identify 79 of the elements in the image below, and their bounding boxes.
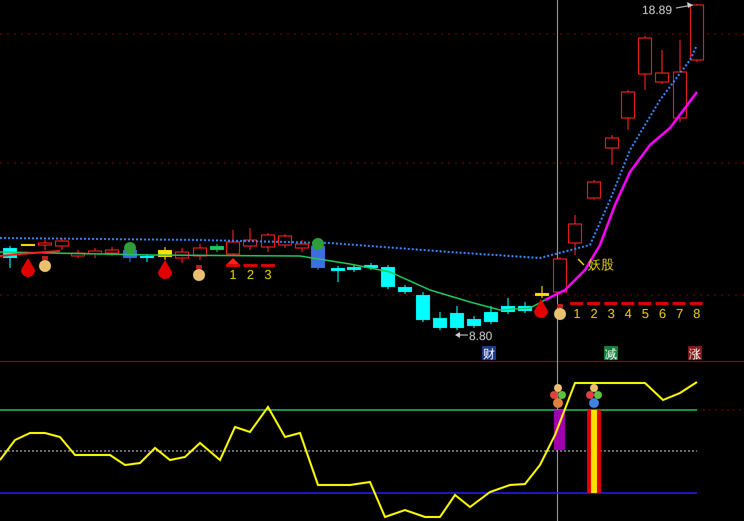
candlestick: [21, 244, 35, 246]
candlestick: [690, 4, 704, 62]
candlestick: [158, 246, 172, 260]
count-label: 3: [608, 306, 615, 321]
count-label: 3: [264, 267, 272, 282]
candlestick: [655, 50, 669, 84]
signal-bar: [261, 264, 275, 267]
candlestick: [605, 134, 619, 166]
count-label: 8: [693, 306, 700, 321]
candlestick: [416, 292, 430, 322]
candlestick: [331, 266, 345, 282]
candlestick: [38, 240, 52, 250]
signal-bar: [587, 302, 600, 305]
drop-icon: [534, 299, 548, 318]
signal-bar: [672, 302, 686, 305]
candlestick: [88, 248, 102, 258]
count-label: 1: [229, 267, 237, 282]
candlestick: [501, 298, 515, 314]
signal-bar: [226, 264, 240, 267]
signal-bar: [604, 302, 618, 305]
drop-icon: [21, 258, 35, 277]
count-label: 5: [642, 306, 650, 321]
candlestick: [484, 306, 498, 324]
count-label: 4: [624, 306, 632, 321]
candlestick: [226, 230, 240, 256]
candlestick: [568, 214, 582, 256]
signal-bar: [690, 302, 703, 305]
candlestick: [140, 254, 154, 262]
count-label: 1: [573, 306, 581, 321]
candlestick: [381, 264, 395, 290]
trend-line: [0, 250, 60, 257]
count-label: 2: [590, 306, 598, 321]
candlestick: [587, 180, 601, 200]
candlestick: [398, 284, 412, 294]
signal-bar: [244, 264, 258, 267]
arrow-icon: [455, 332, 468, 338]
candlestick: [278, 234, 292, 248]
candlestick: [55, 238, 69, 250]
count-label: 6: [658, 306, 666, 321]
candlestick: [433, 312, 447, 330]
marker-label: 减: [605, 347, 617, 361]
candlestick: [467, 316, 481, 328]
candlestick: [364, 262, 378, 270]
signal-bar: [621, 302, 634, 305]
candlestick: [261, 232, 275, 252]
candlestick: [210, 244, 224, 252]
drop-icon: [158, 260, 172, 279]
candlestick: [621, 90, 635, 130]
money-bag-icon: [39, 256, 51, 272]
candlestick: [193, 244, 207, 260]
marker-label: 涨: [689, 347, 701, 361]
count-label: 2: [246, 267, 254, 282]
marker-label: 财: [483, 347, 495, 361]
candlestick: [535, 286, 549, 298]
icon-cluster-icon: [550, 384, 566, 408]
candlestick: [638, 36, 652, 90]
candlestick: [518, 302, 532, 314]
badge-icon: [312, 238, 324, 250]
candlestick: [450, 306, 464, 330]
arrow-icon: [676, 2, 694, 8]
candlestick: [553, 256, 567, 294]
money-bag-icon: [193, 265, 205, 281]
count-label: 7: [676, 306, 684, 321]
high-price-label: 18.89: [642, 3, 672, 17]
tag-label: 妖股: [588, 257, 614, 272]
candlestick: [243, 228, 257, 250]
candlestick: [105, 246, 119, 256]
low-price-label: 8.80: [469, 329, 492, 343]
candlestick: [295, 240, 309, 252]
signal-bar: [656, 302, 668, 305]
signal-bar: [638, 302, 652, 305]
badge-icon: [124, 242, 136, 254]
money-bag-icon: [554, 304, 566, 320]
signal-bar: [570, 302, 583, 305]
candlestick: [71, 250, 85, 258]
candlestick: [175, 248, 189, 264]
candlestick: [3, 246, 17, 268]
icon-cluster-icon: [586, 384, 602, 408]
candlestick: [347, 264, 361, 272]
